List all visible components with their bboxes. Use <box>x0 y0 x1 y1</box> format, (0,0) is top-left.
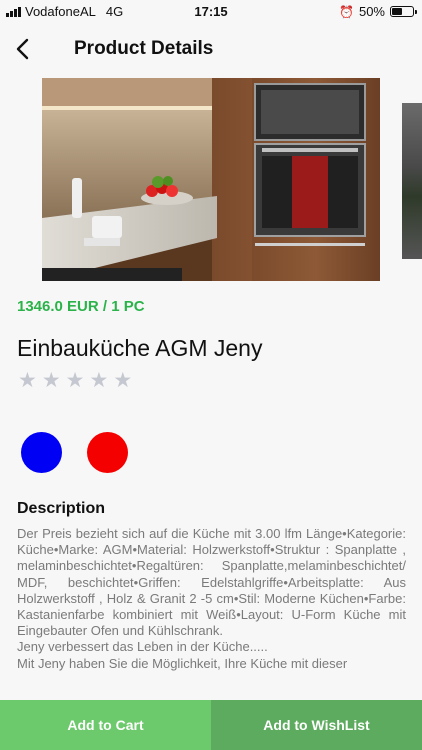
next-image-preview[interactable] <box>402 103 422 259</box>
kitchen-illustration <box>42 78 380 281</box>
status-bar: VodafoneAL 4G 17:15 ⏰ 50% <box>0 0 422 22</box>
description-text: Der Preis bezieht sich auf die Küche mit… <box>17 526 406 702</box>
product-price: 1346.0 EUR / 1 PC <box>17 298 145 315</box>
star-icon[interactable]: ★ <box>113 370 132 391</box>
alarm-icon: ⏰ <box>339 4 354 19</box>
status-right: ⏰ 50% <box>339 4 417 19</box>
back-button[interactable] <box>12 36 36 62</box>
description-paragraph: Der Preis bezieht sich auf die Küche mit… <box>17 526 406 639</box>
star-icon[interactable]: ★ <box>42 370 61 391</box>
product-name: Einbauküche AGM Jeny <box>17 335 263 361</box>
image-gallery[interactable] <box>0 78 422 282</box>
page-title: Product Details <box>74 38 214 59</box>
battery-percent: 50% <box>358 4 385 19</box>
description-paragraph: Jeny verbessert das Leben in der Küche..… <box>17 639 268 655</box>
star-icon[interactable]: ★ <box>89 370 108 391</box>
add-to-cart-button[interactable]: Add to Cart <box>0 700 211 750</box>
color-swatch-red[interactable] <box>87 432 128 473</box>
description-heading: Description <box>17 500 106 517</box>
chevron-left-icon <box>16 38 29 60</box>
bottom-actions: Add to Cart Add to WishList <box>0 700 422 750</box>
color-swatch-blue[interactable] <box>21 432 62 473</box>
description-paragraph: Mit Jeny haben Sie die Möglichkeit, Ihre… <box>17 655 348 671</box>
product-image[interactable] <box>42 78 380 281</box>
star-icon[interactable]: ★ <box>18 370 37 391</box>
battery-icon <box>390 6 417 17</box>
star-icon[interactable]: ★ <box>66 370 85 391</box>
color-options <box>21 432 128 473</box>
add-to-wishlist-button[interactable]: Add to WishList <box>211 700 422 750</box>
rating-stars[interactable]: ★ ★ ★ ★ ★ <box>18 370 132 391</box>
nav-bar: Product Details <box>0 28 422 72</box>
